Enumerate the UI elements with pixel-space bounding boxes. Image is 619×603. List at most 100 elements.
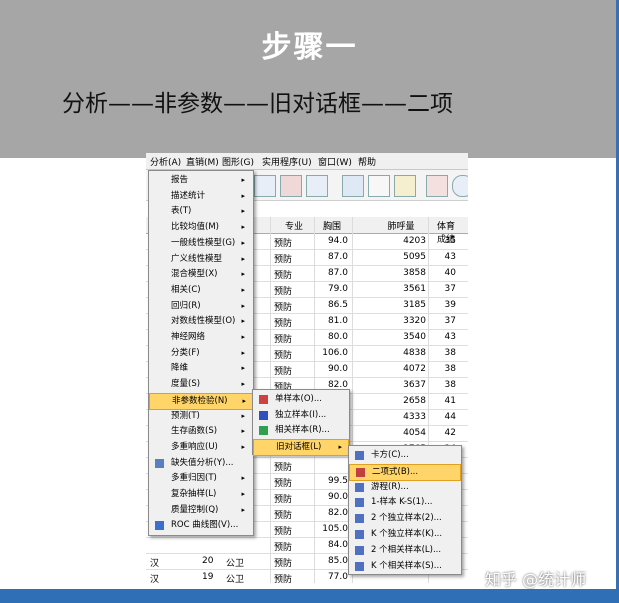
- table-cell-pe[interactable]: 37: [436, 284, 456, 294]
- menu-item[interactable]: 生存函数(S) ▸: [149, 424, 251, 439]
- menu-item[interactable]: 混合模型(X) ▸: [149, 267, 251, 282]
- menu-item[interactable]: 一般线性模型(G) ▸: [149, 236, 251, 251]
- table-cell-major[interactable]: 预防: [274, 364, 314, 377]
- menu-item[interactable]: 描述统计 ▸: [149, 189, 251, 204]
- menu-item[interactable]: 二项式(B)...: [349, 463, 461, 481]
- table-cell-major[interactable]: 预防: [274, 460, 314, 473]
- table-cell-chest[interactable]: 87.0: [316, 252, 348, 262]
- menu-item[interactable]: 缺失值分析(Y)...: [149, 456, 251, 471]
- table-cell-age[interactable]: 20: [202, 556, 213, 566]
- table-cell-major[interactable]: 预防: [274, 348, 314, 361]
- menu-item[interactable]: 回归(R) ▸: [149, 299, 251, 314]
- table-cell-chest[interactable]: 79.0: [316, 284, 348, 294]
- toolbar-icon[interactable]: [254, 175, 276, 197]
- menu-item[interactable]: 2 个独立样本(2)...: [349, 511, 459, 526]
- menu-item[interactable]: 2 个相关样本(L)...: [349, 543, 459, 558]
- table-cell-major[interactable]: 预防: [274, 316, 314, 329]
- table-cell-pe[interactable]: 41: [436, 396, 456, 406]
- table-cell-lung[interactable]: 3320: [376, 316, 426, 326]
- table-cell-major[interactable]: 预防: [274, 556, 314, 569]
- table-cell-chest[interactable]: 106.0: [316, 348, 348, 358]
- table-cell-lung[interactable]: 4333: [376, 412, 426, 422]
- menu-item[interactable]: 相关样本(R)...: [253, 423, 347, 438]
- table-cell-chest[interactable]: 87.0: [316, 268, 348, 278]
- table-cell-major[interactable]: 预防: [274, 508, 314, 521]
- menu-item[interactable]: 非参数检验(N) ▸: [149, 392, 253, 410]
- table-cell-major[interactable]: 预防: [274, 252, 314, 265]
- menu-item[interactable]: 独立样本(I)...: [253, 408, 347, 423]
- table-cell-pe[interactable]: 44: [436, 412, 456, 422]
- menu-item[interactable]: 相关(C) ▸: [149, 283, 251, 298]
- menu-item[interactable]: ROC 曲线图(V)...: [149, 518, 251, 533]
- table-cell-lung[interactable]: 3637: [376, 380, 426, 390]
- menu-item[interactable]: 降维 ▸: [149, 361, 251, 376]
- table-cell-pe[interactable]: 40: [436, 268, 456, 278]
- menu-item[interactable]: 复杂抽样(L) ▸: [149, 487, 251, 502]
- menu-item[interactable]: 比较均值(M) ▸: [149, 220, 251, 235]
- table-cell-major[interactable]: 预防: [274, 300, 314, 313]
- table-cell-lung[interactable]: 4838: [376, 348, 426, 358]
- menu-help[interactable]: 帮助: [358, 155, 376, 168]
- table-cell-chest[interactable]: 99.5: [316, 476, 348, 486]
- menu-item[interactable]: 报告 ▸: [149, 173, 251, 188]
- menu-item[interactable]: K 个相关样本(S)...: [349, 559, 459, 574]
- table-cell-chest[interactable]: 84.0: [316, 540, 348, 550]
- table-cell-id[interactable]: 汉: [150, 556, 159, 569]
- table-cell-pos[interactable]: 公卫: [226, 572, 244, 583]
- scale-icon[interactable]: [368, 175, 390, 197]
- table-cell-pe[interactable]: 37: [436, 316, 456, 326]
- menu-item[interactable]: 质量控制(Q) ▸: [149, 503, 251, 518]
- menu-graphs[interactable]: 图形(G): [222, 155, 254, 168]
- table-cell-lung[interactable]: 5095: [376, 252, 426, 262]
- table-cell-pe[interactable]: 38: [436, 380, 456, 390]
- table-cell-lung[interactable]: 4072: [376, 364, 426, 374]
- table-cell-age[interactable]: 19: [202, 572, 213, 582]
- table-cell-pe[interactable]: 43: [436, 332, 456, 342]
- table-cell-chest[interactable]: 94.0: [316, 236, 348, 246]
- menu-window[interactable]: 窗口(W): [318, 155, 352, 168]
- table-cell-pos[interactable]: 公卫: [226, 556, 244, 569]
- menu-analyze[interactable]: 分析(A): [150, 155, 181, 168]
- menu-item[interactable]: 神经网络 ▸: [149, 330, 251, 345]
- menu-direct-marketing[interactable]: 直销(M): [186, 155, 219, 168]
- search-icon[interactable]: [452, 175, 468, 197]
- table-cell-lung[interactable]: 4054: [376, 428, 426, 438]
- menu-item[interactable]: 多重归因(T) ▸: [149, 471, 251, 486]
- table-cell-major[interactable]: 预防: [274, 492, 314, 505]
- menu-item[interactable]: 旧对话框(L) ▸: [253, 438, 349, 456]
- table-cell-chest[interactable]: 77.0: [316, 572, 348, 582]
- menu-item[interactable]: 广义线性模型 ▸: [149, 252, 251, 267]
- table-cell-lung[interactable]: 4203: [376, 236, 426, 246]
- table-cell-lung[interactable]: 3185: [376, 300, 426, 310]
- menu-utilities[interactable]: 实用程序(U): [262, 155, 312, 168]
- table-cell-lung[interactable]: 3540: [376, 332, 426, 342]
- table-cell-lung[interactable]: 3561: [376, 284, 426, 294]
- table-cell-lung[interactable]: 3858: [376, 268, 426, 278]
- table-cell-chest[interactable]: 90.0: [316, 492, 348, 502]
- menu-item[interactable]: 单样本(O)...: [253, 392, 347, 407]
- table-cell-chest[interactable]: 80.0: [316, 332, 348, 342]
- table-cell-chest[interactable]: 81.0: [316, 316, 348, 326]
- toolbar-icon[interactable]: [280, 175, 302, 197]
- table-cell-pe[interactable]: 39: [436, 300, 456, 310]
- toolbar-icon[interactable]: [306, 175, 328, 197]
- menu-item[interactable]: 度量(S) ▸: [149, 377, 251, 392]
- table-cell-pe[interactable]: 42: [436, 428, 456, 438]
- toolbar-icon[interactable]: [394, 175, 416, 197]
- table-cell-major[interactable]: 预防: [274, 332, 314, 345]
- menu-item[interactable]: K 个独立样本(K)...: [349, 527, 459, 542]
- table-cell-pe[interactable]: 38: [436, 364, 456, 374]
- menu-item[interactable]: 表(T) ▸: [149, 204, 251, 219]
- table-cell-chest[interactable]: 90.0: [316, 364, 348, 374]
- table-cell-lung[interactable]: 2658: [376, 396, 426, 406]
- table-cell-major[interactable]: 预防: [274, 540, 314, 553]
- table-cell-major[interactable]: 预防: [274, 524, 314, 537]
- menu-item[interactable]: 卡方(C)...: [349, 448, 459, 463]
- table-cell-major[interactable]: 预防: [274, 284, 314, 297]
- menu-item[interactable]: 游程(R)...: [349, 480, 459, 495]
- menu-item[interactable]: 多重响应(U) ▸: [149, 440, 251, 455]
- table-cell-major[interactable]: 预防: [274, 572, 314, 583]
- toolbar-icon[interactable]: [342, 175, 364, 197]
- table-cell-chest[interactable]: 85.0: [316, 556, 348, 566]
- table-cell-major[interactable]: 预防: [274, 268, 314, 281]
